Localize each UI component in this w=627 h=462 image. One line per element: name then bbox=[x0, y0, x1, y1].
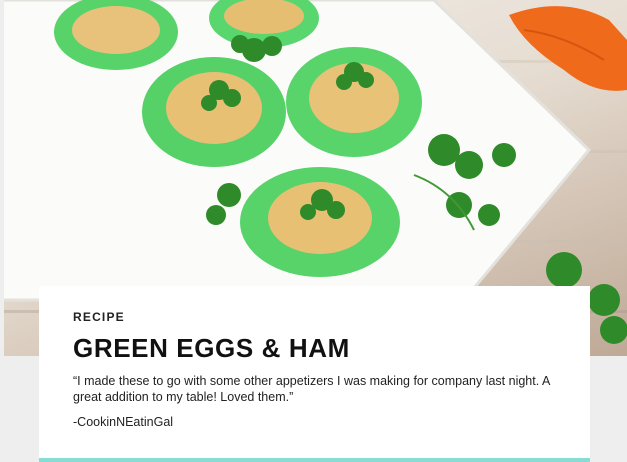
egg-3 bbox=[142, 57, 286, 167]
recipe-card[interactable]: RECIPE GREEN EGGS & HAM “I made these to… bbox=[39, 286, 590, 462]
card-accent-bar bbox=[39, 458, 590, 462]
review-author: -CookinNEatinGal bbox=[73, 414, 174, 429]
carrot bbox=[509, 6, 627, 91]
egg-5 bbox=[240, 167, 400, 277]
recipe-eyebrow: RECIPE bbox=[73, 310, 125, 324]
recipe-title[interactable]: GREEN EGGS & HAM bbox=[73, 334, 556, 363]
review-quote: “I made these to go with some other appe… bbox=[73, 373, 550, 404]
